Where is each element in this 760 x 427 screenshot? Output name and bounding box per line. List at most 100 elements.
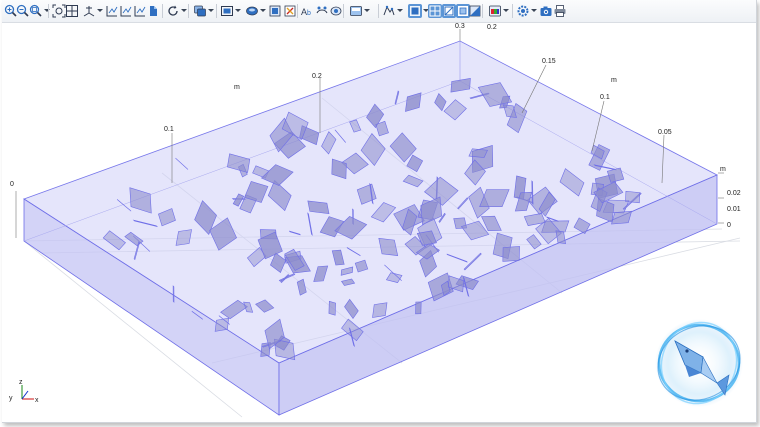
view-zx-button[interactable] (133, 4, 147, 18)
z-axis-unit: m (720, 166, 726, 173)
plane-xy-icon (106, 6, 118, 17)
x-tick-0: 0 (10, 181, 14, 188)
box-select-button[interactable] (349, 4, 363, 18)
chevron-down-icon[interactable] (531, 9, 537, 12)
select-domains-button[interactable] (245, 4, 259, 18)
light-icon (444, 6, 454, 16)
chevron-down-icon[interactable] (97, 9, 103, 12)
zoom-box-button[interactable] (29, 4, 43, 18)
clear-selection-icon (284, 5, 296, 17)
settings-button[interactable] (516, 4, 530, 18)
image-snapshot-button[interactable] (539, 4, 553, 18)
flake (611, 210, 633, 225)
chevron-down-icon[interactable] (181, 9, 187, 12)
select-boundaries-button[interactable] (268, 4, 282, 18)
gear-icon (517, 5, 529, 17)
layers-icon (194, 5, 206, 17)
select-boundary-icon (269, 5, 281, 17)
toolbar-separator (512, 4, 513, 18)
view-yz-button[interactable] (119, 4, 133, 18)
zoom-extents-button[interactable] (52, 4, 66, 18)
view-3d-icon (150, 6, 157, 16)
plane-yz-icon (120, 6, 132, 17)
y-tick-2: 0.1 (600, 94, 610, 101)
colors-button[interactable] (488, 4, 502, 18)
hide-icon (316, 6, 328, 14)
rotate-button[interactable] (166, 4, 180, 18)
axis-triad: z y x (9, 379, 39, 404)
axes-icon (83, 6, 95, 17)
chevron-down-icon[interactable] (44, 9, 50, 12)
mesh-render-button[interactable] (428, 4, 442, 18)
chevron-down-icon[interactable] (503, 9, 509, 12)
box-select-icon (350, 6, 362, 16)
wireframe-button[interactable] (382, 4, 396, 18)
toolbar-separator (343, 4, 344, 18)
flake (307, 200, 330, 215)
show-icon (330, 6, 342, 16)
chevron-down-icon[interactable] (208, 9, 214, 12)
chevron-down-icon[interactable] (364, 9, 370, 12)
y-tick-3: 0.05 (658, 129, 672, 136)
view-3d-button[interactable] (147, 4, 161, 18)
flake (415, 301, 422, 315)
chevron-down-icon[interactable] (260, 9, 266, 12)
printer-icon (554, 5, 566, 17)
graphics-canvas[interactable]: 0 0.1 0.2 0.3 m 0.2 0.15 0.1 0.05 m 0.02… (2, 23, 756, 422)
y-tick-1: 0.15 (542, 58, 556, 65)
y-tick-0: 0.2 (487, 24, 497, 31)
transparency-toggle-button[interactable] (468, 4, 482, 18)
light-button[interactable] (442, 4, 456, 18)
select-box-icon (221, 6, 233, 16)
z-tick-2: 0 (727, 222, 731, 229)
toolbar-separator (162, 4, 163, 18)
chevron-down-icon[interactable] (235, 9, 241, 12)
toolbar-separator (48, 4, 49, 18)
zoom-box-icon (29, 4, 42, 17)
svg-text:b: b (307, 10, 311, 17)
labels-button[interactable]: Ab (300, 4, 314, 18)
hide-button[interactable] (315, 4, 329, 18)
clear-selection-button[interactable] (283, 4, 297, 18)
toolbar-separator (188, 4, 189, 18)
flake (378, 237, 399, 256)
triad-y-label: y (9, 395, 13, 402)
wireframe-icon (383, 5, 395, 16)
zoom-out-button[interactable] (16, 4, 30, 18)
graphics-toolbar: Ab (2, 0, 756, 23)
select-objects-button[interactable] (220, 4, 234, 18)
view-xy-button[interactable] (105, 4, 119, 18)
mesh-render-icon (429, 5, 441, 17)
x-axis-unit: m (234, 84, 240, 91)
x-tick-3: 0.3 (455, 23, 465, 30)
fish-logo-icon (655, 319, 743, 407)
render-mode-button[interactable] (408, 4, 422, 18)
render-mode-icon (410, 6, 420, 16)
flake (502, 246, 520, 262)
colors-icon (489, 5, 501, 17)
show-button[interactable] (329, 4, 343, 18)
print-button[interactable] (553, 4, 567, 18)
x-tick-1: 0.1 (164, 126, 174, 133)
flake (625, 190, 641, 204)
camera-icon (540, 6, 552, 16)
toolbar-separator (482, 4, 483, 18)
toolbar-separator (378, 4, 379, 18)
x-tick-2: 0.2 (312, 73, 322, 80)
view-axes-button[interactable] (82, 4, 96, 18)
triad-z-label: z (19, 379, 23, 386)
zoom-extents-icon (52, 4, 66, 18)
transparency-button[interactable] (193, 4, 207, 18)
select-domain-icon (246, 6, 258, 16)
transparency-icon (469, 5, 481, 17)
triad-x-label: x (35, 397, 39, 404)
y-axis-unit: m (611, 77, 617, 84)
labels-icon: Ab (301, 7, 311, 17)
flake (214, 317, 230, 332)
grid-icon (66, 5, 78, 17)
flake (468, 148, 488, 158)
zoom-out-icon (16, 4, 29, 17)
fit-window-button[interactable] (65, 4, 79, 18)
toolbar-separator (297, 4, 298, 18)
chevron-down-icon[interactable] (397, 9, 403, 12)
